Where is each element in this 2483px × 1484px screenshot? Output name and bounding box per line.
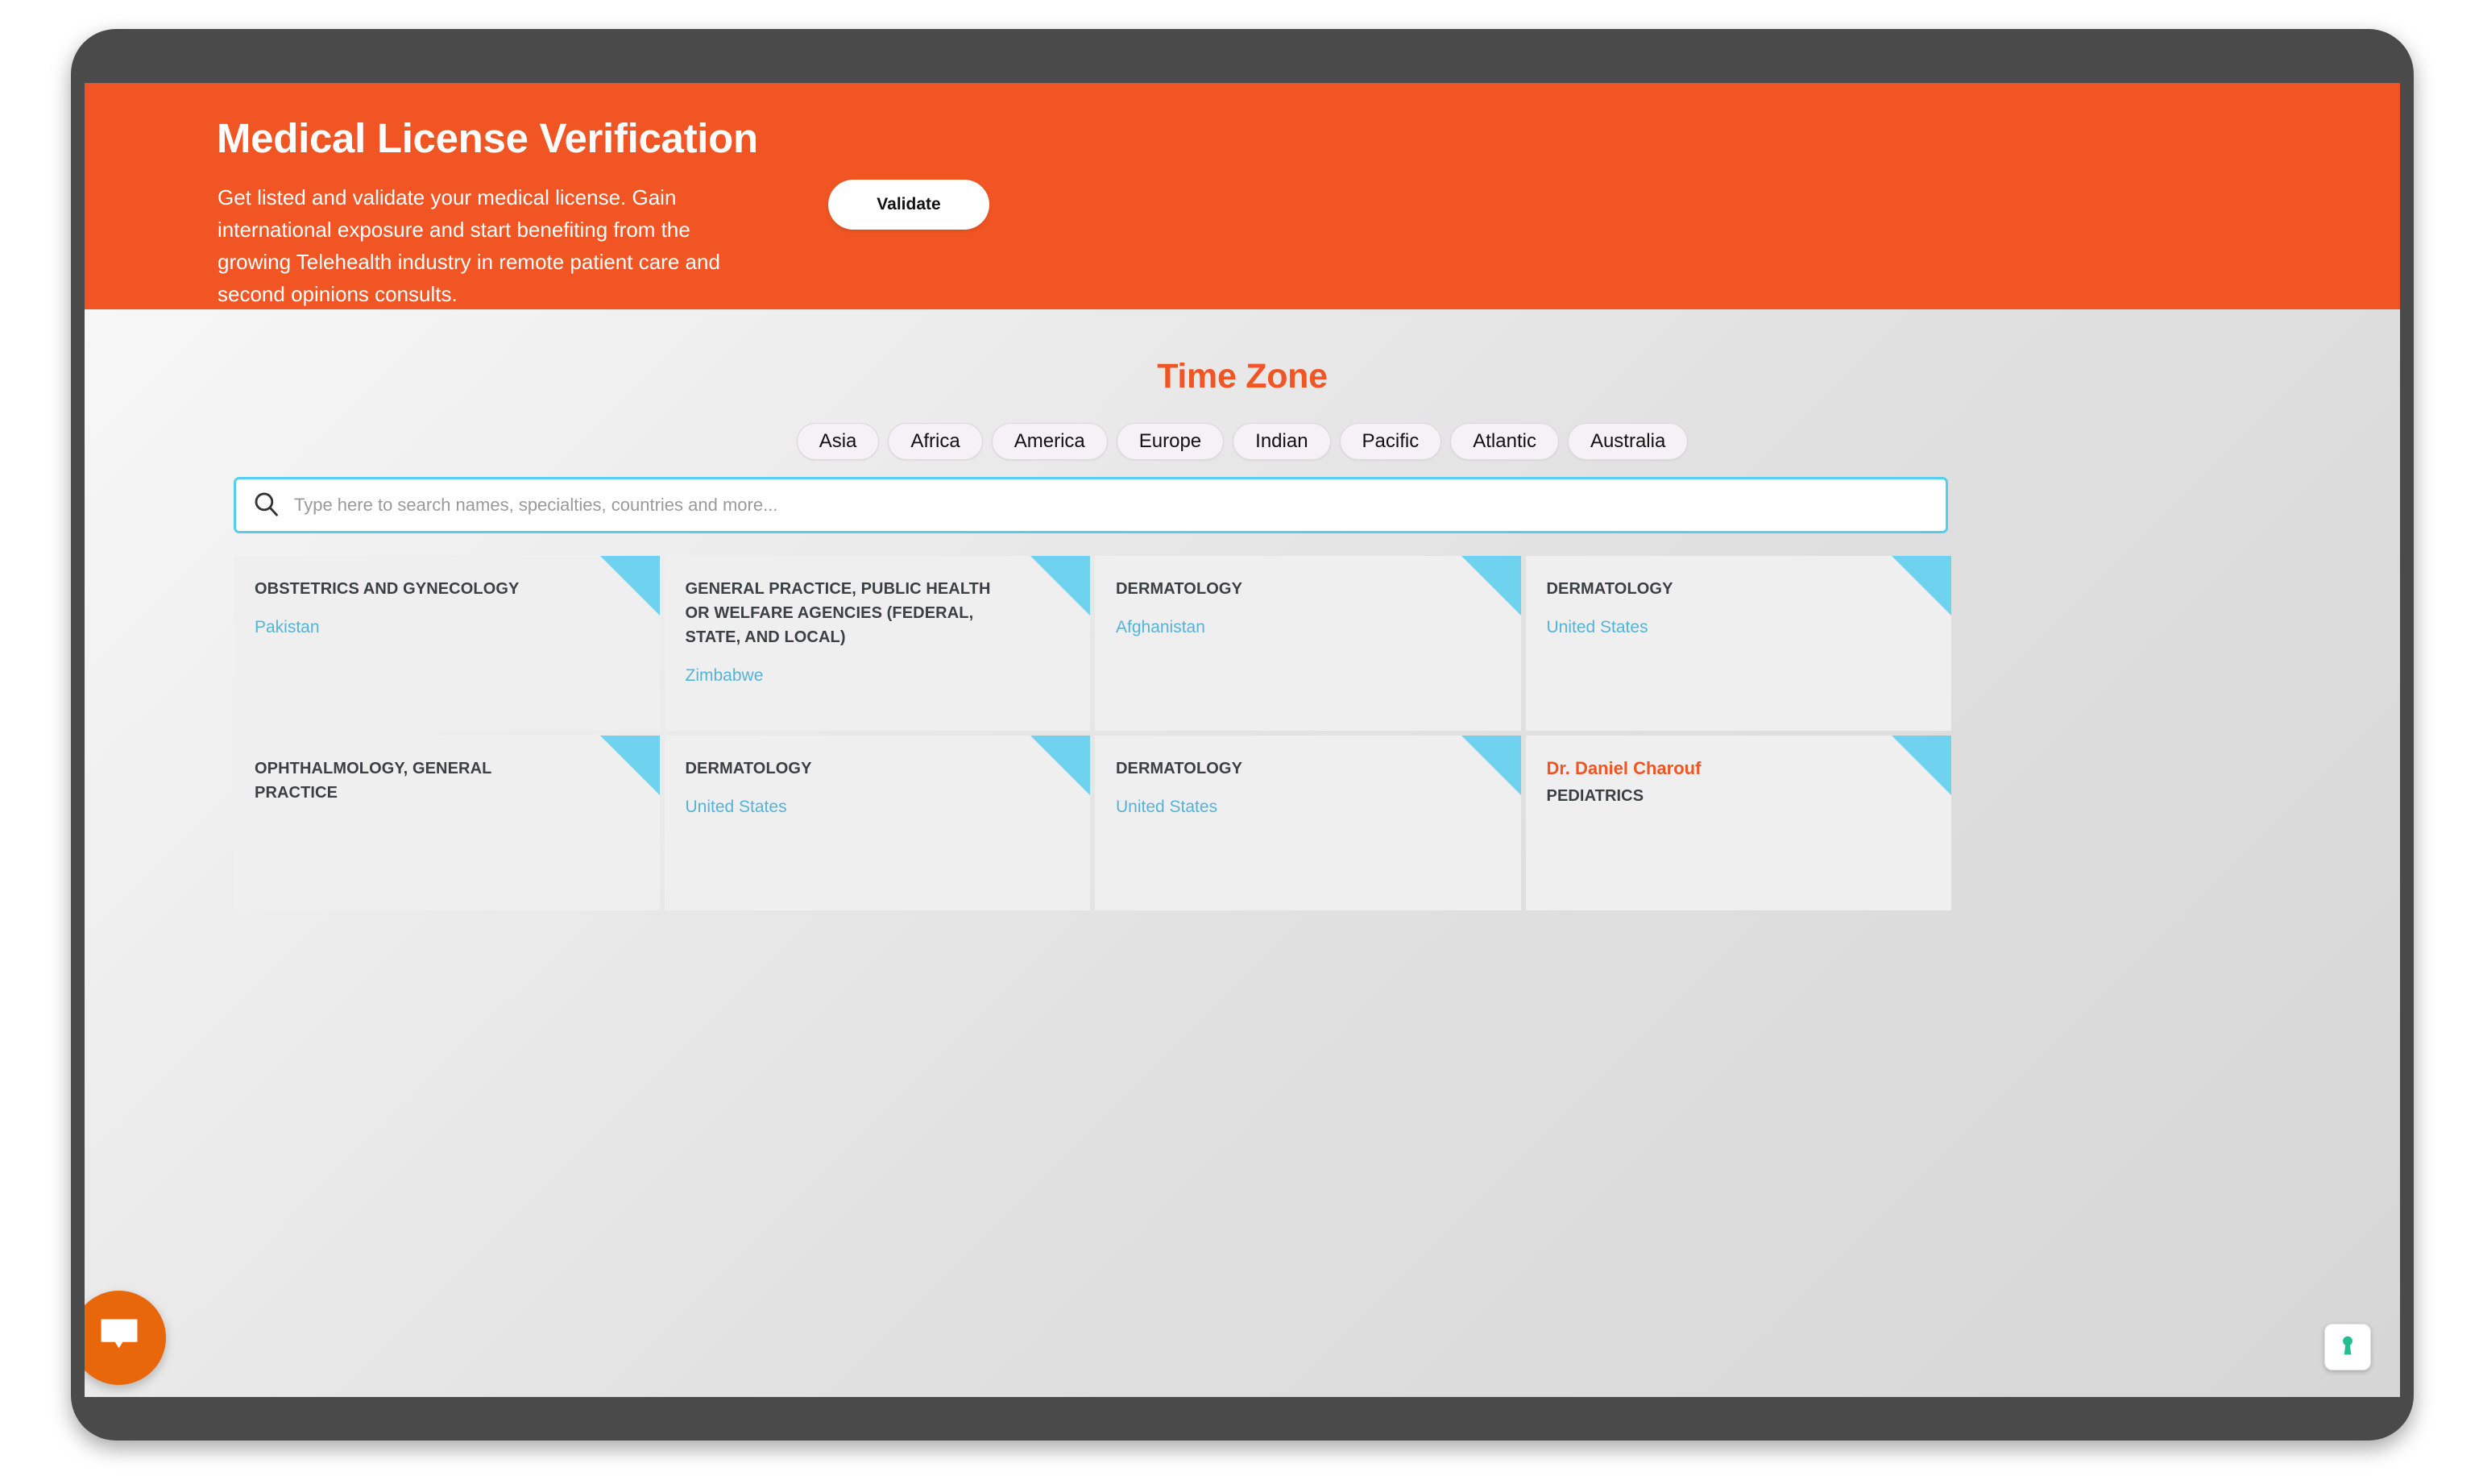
doctor-specialty: PEDIATRICS bbox=[1546, 787, 1644, 805]
doctor-card[interactable]: OPHTHALMOLOGY, GENERAL PRACTICE bbox=[234, 736, 660, 910]
tablet-screen: Medical License Verification Get listed … bbox=[85, 83, 2400, 1397]
doctor-specialty: OPHTHALMOLOGY, GENERAL PRACTICE bbox=[255, 760, 492, 802]
search-input[interactable] bbox=[294, 495, 1946, 516]
chat-bubble-icon bbox=[97, 1313, 142, 1362]
privacy-keyhole-button[interactable] bbox=[2324, 1324, 2371, 1370]
corner-ribbon-icon bbox=[1461, 556, 1521, 616]
corner-ribbon-icon bbox=[1030, 736, 1090, 795]
search-icon bbox=[252, 490, 280, 521]
corner-ribbon-icon bbox=[599, 736, 660, 795]
search-bar[interactable] bbox=[234, 477, 1948, 533]
tablet-device-frame: Medical License Verification Get listed … bbox=[71, 29, 2414, 1440]
timezone-pill-europe[interactable]: Europe bbox=[1116, 423, 1225, 460]
timezone-pill-america[interactable]: America bbox=[991, 423, 1108, 460]
timezone-pill-indian[interactable]: Indian bbox=[1233, 423, 1331, 460]
doctor-card[interactable]: OBSTETRICS AND GYNECOLOGY Pakistan bbox=[234, 556, 660, 731]
doctor-card[interactable]: DERMATOLOGY United States bbox=[1095, 736, 1521, 910]
page-title: Medical License Verification bbox=[217, 115, 758, 161]
timezone-filter-group: Asia Africa America Europe Indian Pacific Atla… bbox=[85, 423, 2400, 460]
doctor-specialty: DERMATOLOGY bbox=[1546, 580, 1673, 598]
chat-bubble-button[interactable] bbox=[85, 1291, 166, 1385]
doctor-card-grid: OBSTETRICS AND GYNECOLOGY Pakistan GENERAL… bbox=[234, 556, 1951, 910]
doctor-card[interactable]: Dr. Daniel Charouf PEDIATRICS bbox=[1525, 736, 1951, 910]
doctor-card[interactable]: GENERAL PRACTICE, PUBLIC HEALTH OR WELFA… bbox=[664, 556, 1090, 731]
timezone-pill-asia[interactable]: Asia bbox=[796, 423, 880, 460]
main-content: Time Zone Asia Africa America Europe Indian P… bbox=[85, 309, 2400, 1397]
doctor-country[interactable]: United States bbox=[1116, 796, 1500, 819]
corner-ribbon-icon bbox=[1461, 736, 1521, 795]
corner-ribbon-icon bbox=[599, 556, 660, 616]
doctor-specialty: GENERAL PRACTICE, PUBLIC HEALTH OR WELFA… bbox=[685, 580, 991, 646]
doctor-specialty: DERMATOLOGY bbox=[1116, 760, 1243, 777]
doctor-country[interactable]: Pakistan bbox=[255, 616, 639, 639]
doctor-country[interactable]: United States bbox=[686, 796, 1070, 819]
doctor-specialty: DERMATOLOGY bbox=[685, 760, 812, 777]
doctor-country[interactable]: Zimbabwe bbox=[686, 665, 1070, 687]
corner-ribbon-icon bbox=[1892, 556, 1951, 616]
doctor-name: Dr. Daniel Charouf bbox=[1546, 758, 1702, 778]
timezone-pill-atlantic[interactable]: Atlantic bbox=[1450, 423, 1559, 460]
hero-banner: Medical License Verification Get listed … bbox=[85, 83, 2400, 309]
section-title-time-zone: Time Zone bbox=[1157, 357, 1328, 396]
timezone-pill-australia[interactable]: Australia bbox=[1567, 423, 1689, 460]
doctor-card[interactable]: DERMATOLOGY United States bbox=[664, 736, 1090, 910]
doctor-specialty: OBSTETRICS AND GYNECOLOGY bbox=[255, 580, 520, 598]
validate-button[interactable]: Validate bbox=[828, 180, 989, 230]
corner-ribbon-icon bbox=[1030, 556, 1090, 616]
doctor-card[interactable]: DERMATOLOGY Afghanistan bbox=[1095, 556, 1521, 731]
timezone-pill-africa[interactable]: Africa bbox=[888, 423, 983, 460]
timezone-pill-pacific[interactable]: Pacific bbox=[1339, 423, 1442, 460]
doctor-country[interactable]: United States bbox=[1547, 616, 1931, 639]
hero-subtitle: Get listed and validate your medical lic… bbox=[218, 185, 720, 306]
doctor-country[interactable]: Afghanistan bbox=[1116, 616, 1500, 639]
doctor-specialty: DERMATOLOGY bbox=[1116, 580, 1243, 598]
doctor-card[interactable]: DERMATOLOGY United States bbox=[1525, 556, 1951, 731]
keyhole-icon bbox=[2336, 1334, 2359, 1361]
